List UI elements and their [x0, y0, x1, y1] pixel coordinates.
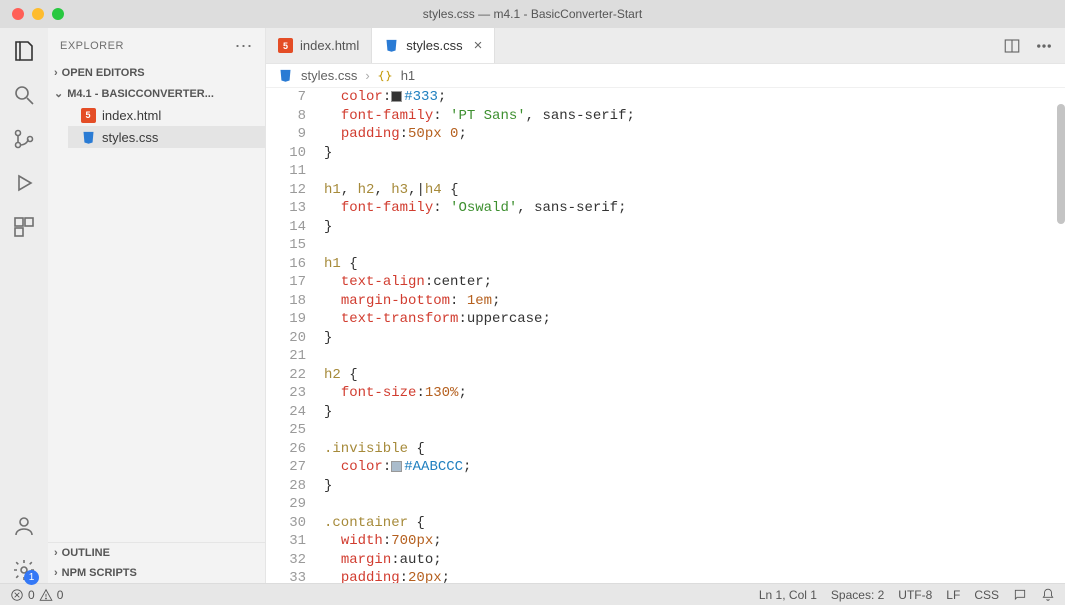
file-label: index.html	[102, 108, 161, 123]
tab-index-html[interactable]: 5 index.html	[266, 28, 372, 63]
window-title: styles.css — m4.1 - BasicConverter-Start	[0, 7, 1065, 21]
status-language[interactable]: CSS	[974, 588, 999, 602]
status-bar: 0 0 Ln 1, Col 1 Spaces: 2 UTF-8 LF CSS	[0, 583, 1065, 605]
breadcrumb[interactable]: styles.css › h1	[266, 64, 1065, 88]
npm-scripts-label: NPM SCRIPTS	[62, 567, 137, 579]
activity-bar: 1	[0, 28, 48, 583]
editor-group: 5 index.html styles.css ×	[266, 28, 1065, 583]
file-label: styles.css	[102, 130, 158, 145]
outline-label: OUTLINE	[62, 547, 110, 559]
notifications-icon[interactable]	[1041, 588, 1055, 602]
folder-section[interactable]: ⌄ M4.1 - BASICCONVERTER...	[48, 83, 265, 104]
chevron-right-icon: ›	[54, 547, 58, 559]
status-cursor-position[interactable]: Ln 1, Col 1	[759, 588, 817, 602]
error-icon	[10, 588, 24, 602]
source-control-icon[interactable]	[11, 126, 37, 152]
chevron-right-icon: ›	[54, 567, 58, 579]
tab-label: index.html	[300, 38, 359, 53]
breadcrumb-symbol[interactable]: h1	[401, 68, 415, 83]
breadcrumb-file[interactable]: styles.css	[301, 68, 357, 83]
css-file-icon	[278, 68, 293, 83]
open-editors-section[interactable]: › OPEN EDITORS	[48, 63, 265, 83]
title-bar: styles.css — m4.1 - BasicConverter-Start	[0, 0, 1065, 28]
close-tab-icon[interactable]: ×	[474, 37, 483, 54]
html-file-icon: 5	[278, 38, 293, 53]
npm-scripts-section[interactable]: › NPM SCRIPTS	[48, 563, 265, 583]
sidebar-more-icon[interactable]: ⋯	[235, 37, 254, 55]
scrollbar-thumb[interactable]	[1057, 104, 1065, 224]
tab-styles-css[interactable]: styles.css ×	[372, 28, 495, 63]
file-item-index-html[interactable]: 5 index.html	[68, 104, 265, 126]
split-editor-icon[interactable]	[1003, 37, 1021, 55]
symbol-icon	[378, 68, 393, 83]
settings-badge: 1	[24, 570, 39, 585]
folder-name: M4.1 - BASICCONVERTER...	[67, 88, 214, 100]
warning-icon	[39, 588, 53, 602]
outline-section[interactable]: › OUTLINE	[48, 543, 265, 563]
code-editor[interactable]: 7891011121314151617181920212223242526272…	[266, 88, 1065, 583]
search-icon[interactable]	[11, 82, 37, 108]
code-content[interactable]: color:#333; font-family: 'PT Sans', sans…	[324, 88, 1065, 583]
sidebar: EXPLORER ⋯ › OPEN EDITORS ⌄ M4.1 - BASIC…	[48, 28, 266, 583]
feedback-icon[interactable]	[1013, 588, 1027, 602]
chevron-down-icon: ⌄	[54, 87, 63, 100]
css-file-icon	[80, 129, 96, 145]
more-actions-icon[interactable]	[1035, 37, 1053, 55]
status-indentation[interactable]: Spaces: 2	[831, 588, 884, 602]
open-editors-label: OPEN EDITORS	[62, 67, 145, 79]
explorer-icon[interactable]	[11, 38, 37, 64]
tab-bar: 5 index.html styles.css ×	[266, 28, 1065, 64]
chevron-right-icon: ›	[54, 67, 58, 79]
tab-label: styles.css	[406, 38, 462, 53]
status-eol[interactable]: LF	[946, 588, 960, 602]
line-number-gutter: 7891011121314151617181920212223242526272…	[266, 88, 324, 583]
extensions-icon[interactable]	[11, 214, 37, 240]
sidebar-title: EXPLORER	[60, 40, 124, 52]
status-problems[interactable]: 0 0	[10, 588, 63, 602]
status-encoding[interactable]: UTF-8	[898, 588, 932, 602]
account-icon[interactable]	[11, 513, 37, 539]
run-debug-icon[interactable]	[11, 170, 37, 196]
css-file-icon	[384, 38, 399, 53]
chevron-right-icon: ›	[365, 68, 369, 83]
html-file-icon: 5	[81, 108, 96, 123]
file-item-styles-css[interactable]: styles.css	[68, 126, 265, 148]
